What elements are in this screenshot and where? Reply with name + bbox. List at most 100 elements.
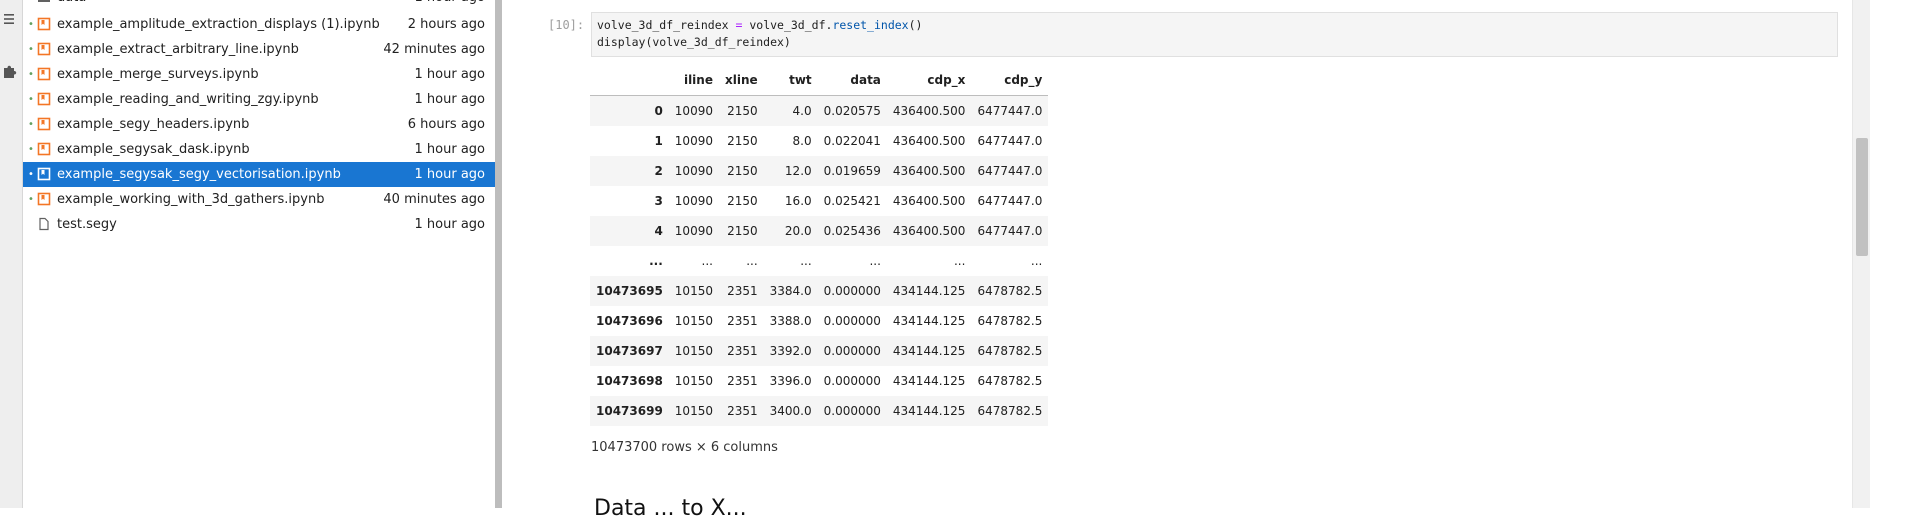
table-cell: 0.025436 bbox=[823, 224, 881, 238]
table-cell: 2351 bbox=[727, 314, 758, 328]
table-cell: 3400.0 bbox=[769, 404, 812, 418]
notebook-icon bbox=[37, 192, 51, 206]
table-cell: 3384.0 bbox=[769, 284, 812, 298]
table-cell: 6477447.0 bbox=[977, 194, 1043, 208]
file-name: example_working_with_3d_gathers.ipynb bbox=[57, 192, 325, 207]
table-cell: 0.019659 bbox=[823, 164, 881, 178]
running-indicator-icon: • bbox=[28, 44, 34, 55]
table-row: 10473696 10150 2351 3388.0 0.000000 434144.12… bbox=[590, 306, 1048, 336]
running-indicator-icon: • bbox=[28, 169, 34, 180]
table-row: 2 10090 2150 12.0 0.019659 436400.500 6477447.… bbox=[590, 156, 1049, 186]
menu-icon[interactable] bbox=[2, 11, 18, 27]
table-cell: 8.0 bbox=[792, 134, 812, 148]
table-cell: 434144.125 bbox=[892, 314, 966, 328]
table-cell: ... bbox=[1030, 254, 1043, 268]
table-cell: 6477447.0 bbox=[977, 104, 1043, 118]
table-row: 10473698 10150 2351 3396.0 0.000000 434144.12… bbox=[590, 366, 1048, 396]
table-cell: 6478782.5 bbox=[977, 314, 1043, 328]
table-cell: 10090 bbox=[674, 104, 713, 118]
file-row[interactable]: • example_segy_headers.ipynb 6 hours ago bbox=[23, 112, 495, 137]
file-modified: 1 hour ago bbox=[414, 142, 485, 157]
table-cell: 0.020575 bbox=[823, 104, 881, 118]
row-index: ... bbox=[649, 254, 663, 268]
table-cell: 0.025421 bbox=[823, 194, 881, 208]
row-index: 4 bbox=[654, 224, 663, 238]
table-cell: 436400.500 bbox=[892, 194, 966, 208]
table-cell: 6478782.5 bbox=[977, 404, 1043, 418]
code-cell-input[interactable]: volve_3d_df_reindex = volve_3d_df.reset_… bbox=[591, 12, 1838, 57]
notebook-icon bbox=[37, 17, 51, 31]
table-cell: 6477447.0 bbox=[977, 224, 1043, 238]
notebook-icon bbox=[37, 67, 51, 81]
file-name: test.segy bbox=[57, 217, 117, 232]
notebook-icon bbox=[37, 167, 51, 181]
table-row: ..................... bbox=[590, 246, 1048, 276]
file-name: example_extract_arbitrary_line.ipynb bbox=[57, 42, 299, 57]
file-row[interactable]: test.segy 1 hour ago bbox=[23, 212, 495, 237]
column-header: iline bbox=[668, 65, 719, 96]
table-cell: 436400.500 bbox=[892, 164, 966, 178]
running-indicator-icon: • bbox=[28, 69, 34, 80]
table-cell: 436400.500 bbox=[892, 134, 966, 148]
file-row[interactable]: • example_segysak_dask.ipynb 1 hour ago bbox=[23, 137, 495, 162]
file-row[interactable]: • example_segysak_segy_vectorisation.ipyn… bbox=[23, 162, 495, 187]
table-cell: ... bbox=[701, 254, 713, 268]
table-cell: 0.022041 bbox=[823, 134, 881, 148]
notebook-icon bbox=[37, 142, 51, 156]
table-cell: 3388.0 bbox=[769, 314, 812, 328]
row-index: 10473698 bbox=[596, 374, 663, 388]
table-cell: 10150 bbox=[674, 404, 713, 418]
extension-puzzle-icon[interactable] bbox=[2, 63, 18, 79]
table-cell: 0.000000 bbox=[823, 284, 881, 298]
file-modified: 2 hours ago bbox=[407, 17, 485, 32]
file-modified: 42 minutes ago bbox=[383, 42, 485, 57]
table-cell: 2150 bbox=[727, 134, 758, 148]
file-row[interactable]: • example_merge_surveys.ipynb 1 hour ago bbox=[23, 62, 495, 87]
panel-splitter[interactable] bbox=[495, 0, 502, 508]
dataframe-shape: 10473700 rows × 6 columns bbox=[591, 440, 778, 455]
column-header: xline bbox=[718, 65, 764, 96]
table-cell: 2150 bbox=[727, 104, 758, 118]
table-cell: 4.0 bbox=[792, 104, 812, 118]
cell-prompt: [10]: bbox=[548, 18, 585, 32]
table-cell: 2351 bbox=[727, 374, 758, 388]
row-index: 1 bbox=[654, 134, 663, 148]
table-cell: 6478782.5 bbox=[977, 344, 1043, 358]
table-row: 0 10090 2150 4.0 0.020575 436400.500 6477447.0 bbox=[590, 95, 1049, 126]
file-row[interactable]: • example_reading_and_writing_zgy.ipynb 1 … bbox=[23, 87, 495, 112]
file-browser: data 1 hour ago • example_amplitude_extra… bbox=[23, 0, 495, 508]
file-name: example_segysak_dask.ipynb bbox=[57, 142, 250, 157]
table-cell: 2150 bbox=[727, 194, 758, 208]
activity-bar bbox=[0, 0, 23, 508]
table-row: 3 10090 2150 16.0 0.025421 436400.500 6477447.… bbox=[590, 186, 1048, 216]
table-row: 10473699 10150 2351 3400.0 0.000000 434144.12… bbox=[590, 396, 1049, 426]
notebook-icon bbox=[37, 92, 51, 106]
table-cell: 436400.500 bbox=[892, 104, 966, 118]
file-row[interactable]: • example_working_with_3d_gathers.ipynb 40… bbox=[23, 187, 495, 212]
table-cell: 434144.125 bbox=[892, 344, 966, 358]
file-icon bbox=[39, 217, 49, 231]
file-modified: 1 hour ago bbox=[415, 0, 485, 10]
table-cell: 10150 bbox=[674, 344, 713, 358]
running-indicator-icon: • bbox=[28, 119, 34, 130]
running-indicator-icon: • bbox=[28, 94, 34, 105]
scrollbar-thumb[interactable] bbox=[1856, 138, 1868, 256]
table-cell: 2150 bbox=[727, 224, 758, 238]
table-cell: ... bbox=[869, 254, 881, 268]
row-index: 10473699 bbox=[596, 404, 663, 418]
folder-icon bbox=[38, 0, 50, 2]
file-row[interactable]: • example_amplitude_extraction_displays (… bbox=[23, 12, 495, 37]
right-sidebar bbox=[1870, 0, 1907, 508]
file-modified: 6 hours ago bbox=[407, 117, 485, 132]
table-cell: 3392.0 bbox=[769, 344, 812, 358]
running-indicator-icon: • bbox=[28, 144, 34, 155]
table-cell: ... bbox=[800, 254, 812, 268]
table-cell: 0.000000 bbox=[823, 374, 881, 388]
file-row[interactable]: • example_extract_arbitrary_line.ipynb 42 … bbox=[23, 37, 495, 62]
table-cell: 0.000000 bbox=[823, 344, 881, 358]
table-cell: 6477447.0 bbox=[977, 134, 1043, 148]
table-header-row: iline xline twt data cdp_x cdp_y bbox=[590, 65, 1049, 96]
code-token: volve_3d_df. bbox=[742, 18, 833, 32]
file-row-partial[interactable]: data 1 hour ago bbox=[23, 0, 495, 10]
table-cell: 2351 bbox=[727, 404, 758, 418]
